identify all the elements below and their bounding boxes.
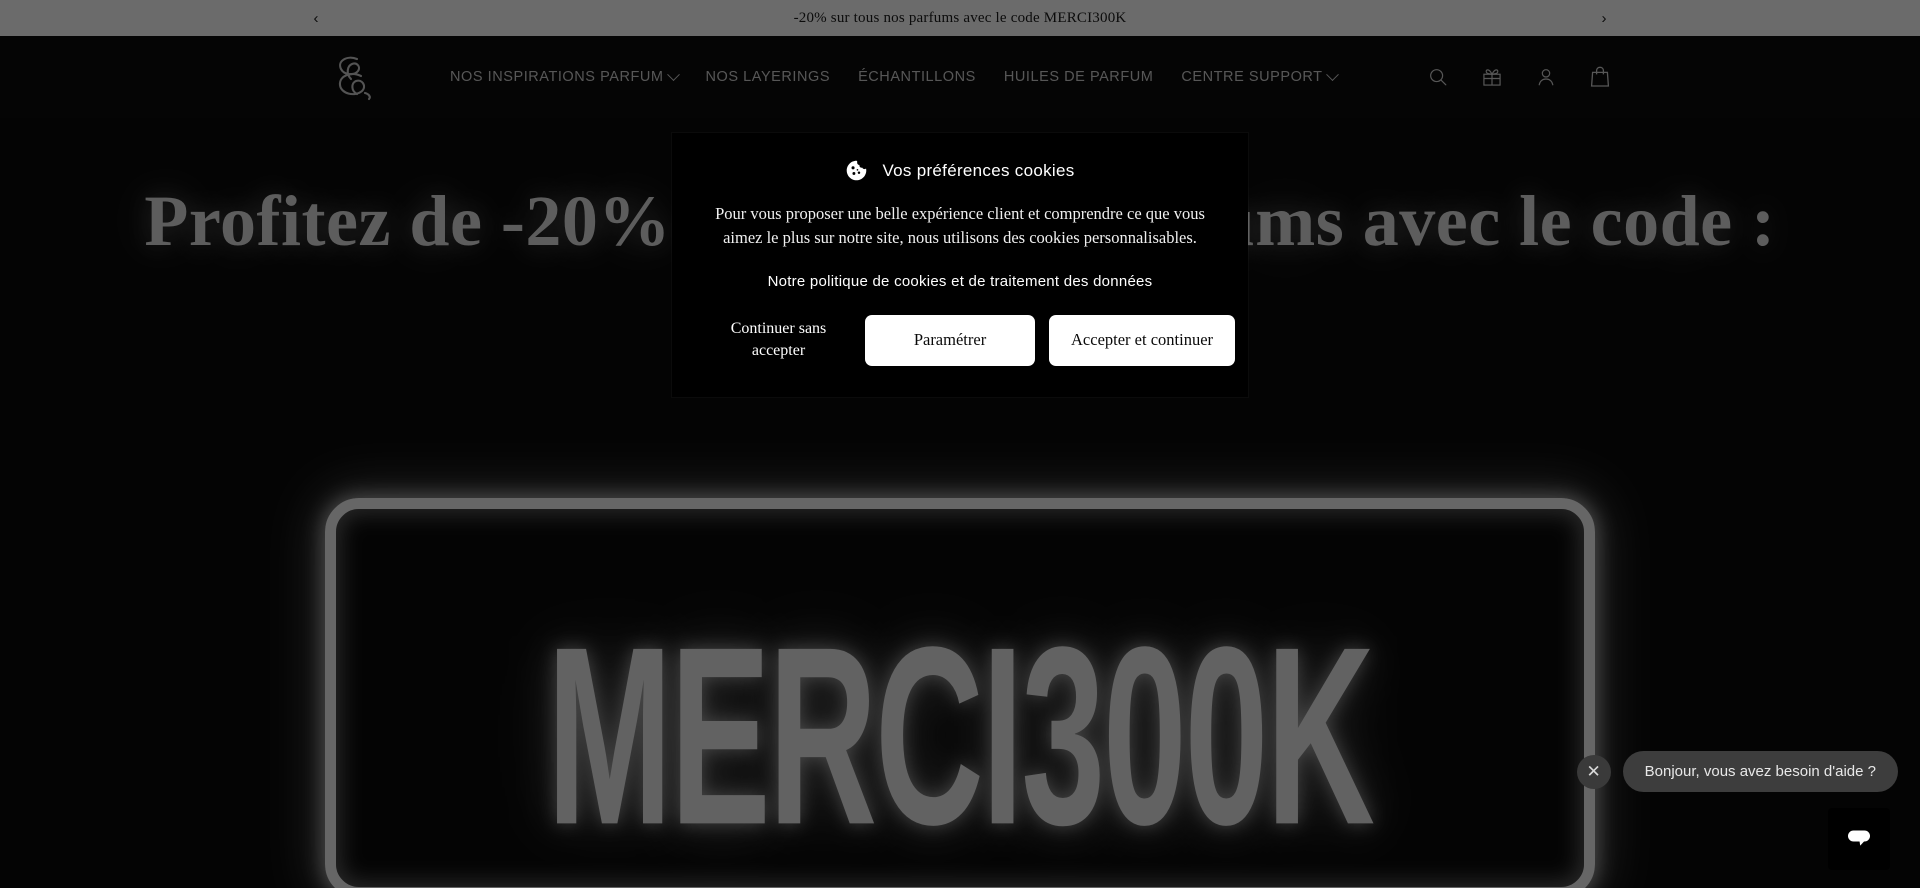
nav-label: NOS INSPIRATIONS PARFUM xyxy=(450,69,664,85)
chat-bubble-icon xyxy=(1848,830,1870,846)
chat-launcher-button[interactable] xyxy=(1828,808,1890,870)
nav-item-huiles-de-parfum[interactable]: HUILES DE PARFUM xyxy=(990,36,1168,118)
neon-sign-frame: MERCI300K xyxy=(325,498,1595,888)
cookie-dialog-actions: Continuer sans accepter Paramétrer Accep… xyxy=(706,314,1236,367)
nav-label: HUILES DE PARFUM xyxy=(1003,69,1154,85)
site-header: NOS INSPIRATIONS PARFUM NOS LAYERINGS ÉC… xyxy=(0,36,1920,118)
account-icon xyxy=(1538,69,1554,86)
nav-item-inspirations[interactable]: NOS INSPIRATIONS PARFUM xyxy=(436,36,692,118)
chevron-left-icon: ‹ xyxy=(313,9,319,27)
cookie-dialog-body: Pour vous proposer une belle expérience … xyxy=(715,204,1205,248)
announcement-next-button[interactable]: › xyxy=(1586,0,1622,36)
chevron-down-icon xyxy=(1325,67,1339,81)
cart-button[interactable] xyxy=(1580,57,1620,97)
nav-label: CENTRE SUPPORT xyxy=(1181,69,1323,85)
accept-and-continue-button[interactable]: Accepter et continuer xyxy=(1049,314,1236,366)
cookie-dialog-header: Vos préférences cookies xyxy=(706,159,1214,182)
chat-greeting-message[interactable]: Bonjour, vous avez besoin d'aide ? xyxy=(1622,751,1898,792)
cookie-consent-dialog: Vos préférences cookies Pour vous propos… xyxy=(672,133,1248,397)
cart-icon xyxy=(1590,66,1610,87)
chevron-right-icon: › xyxy=(1601,9,1607,27)
search-button[interactable] xyxy=(1418,57,1458,97)
account-button[interactable] xyxy=(1526,57,1566,97)
gift-icon xyxy=(1483,69,1501,86)
nav-label: ÉCHANTILLONS xyxy=(858,69,976,85)
neon-promo-code: MERCI300K xyxy=(547,592,1375,878)
chat-close-button[interactable]: ✕ xyxy=(1576,754,1611,789)
main-navigation: NOS INSPIRATIONS PARFUM NOS LAYERINGS ÉC… xyxy=(436,36,1418,118)
announcement-bar: ‹ -20% sur tous nos parfums avec le code… xyxy=(0,0,1920,36)
gift-button[interactable] xyxy=(1472,57,1512,97)
site-logo[interactable] xyxy=(324,46,386,108)
nav-item-layerings[interactable]: NOS LAYERINGS xyxy=(692,36,845,118)
chat-prompt-row: ✕ Bonjour, vous avez besoin d'aide ? xyxy=(1576,751,1898,792)
close-icon: ✕ xyxy=(1586,762,1601,781)
search-icon xyxy=(1430,69,1447,86)
announcement-text: -20% sur tous nos parfums avec le code M… xyxy=(793,9,1127,26)
continue-without-accepting-button[interactable]: Continuer sans accepter xyxy=(706,314,851,367)
nav-item-echantillons[interactable]: ÉCHANTILLONS xyxy=(844,36,990,118)
cookie-dialog-title: Vos préférences cookies xyxy=(882,160,1075,180)
header-icon-group xyxy=(1418,57,1620,97)
chat-widget: ✕ Bonjour, vous avez besoin d'aide ? xyxy=(1576,751,1898,870)
announcement-prev-button[interactable]: ‹ xyxy=(298,0,334,36)
cookie-policy-link[interactable]: Notre politique de cookies et de traitem… xyxy=(706,273,1214,290)
chevron-down-icon xyxy=(666,67,680,81)
cookie-icon xyxy=(847,160,867,181)
cookie-settings-button[interactable]: Paramétrer xyxy=(865,314,1035,366)
nav-label: NOS LAYERINGS xyxy=(705,69,831,85)
monogram-logo-icon xyxy=(338,56,371,101)
nav-item-centre-support[interactable]: CENTRE SUPPORT xyxy=(1167,36,1350,118)
